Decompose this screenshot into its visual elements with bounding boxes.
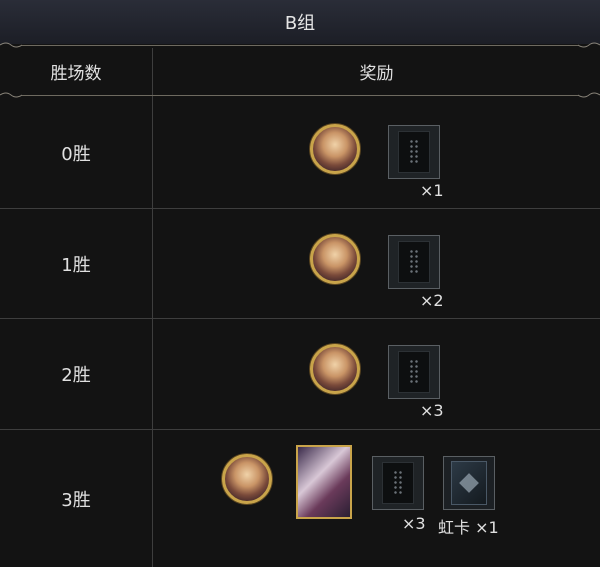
- reward-count: ×1: [420, 181, 444, 200]
- header-wins: 胜场数: [50, 63, 102, 84]
- group-title-bar: B组: [0, 0, 600, 44]
- character-avatar-icon: [310, 344, 360, 394]
- header-rewards: 奖励: [359, 63, 394, 84]
- card-pack-icon: [388, 125, 440, 179]
- character-card-icon: [296, 445, 352, 519]
- reward-table: 胜场数 奖励 0胜 ×1 1胜 ×2 2胜 ×3 3胜 ×3 虹卡 ×1: [0, 48, 600, 567]
- row-wins-1: 1胜: [61, 255, 91, 276]
- row-wins-3: 3胜: [61, 489, 91, 511]
- reward-count: ×2: [420, 291, 444, 310]
- reward-count: ×3: [420, 401, 444, 420]
- rainbow-card-count: 虹卡 ×1: [438, 518, 499, 537]
- character-avatar-icon: [310, 124, 360, 174]
- reward-count: ×3: [402, 514, 426, 533]
- card-pack-icon: [388, 345, 440, 399]
- group-title: B组: [284, 13, 316, 34]
- ornament-right-icon: [578, 92, 600, 98]
- row-wins-0: 0胜: [61, 144, 91, 165]
- row-wins-2: 2胜: [61, 365, 91, 386]
- character-avatar-icon: [310, 234, 360, 284]
- column-divider: [152, 48, 153, 567]
- character-avatar-icon: [222, 454, 272, 504]
- card-pack-icon: [388, 235, 440, 289]
- rainbow-card-icon: [443, 456, 495, 510]
- card-pack-icon: [372, 456, 424, 510]
